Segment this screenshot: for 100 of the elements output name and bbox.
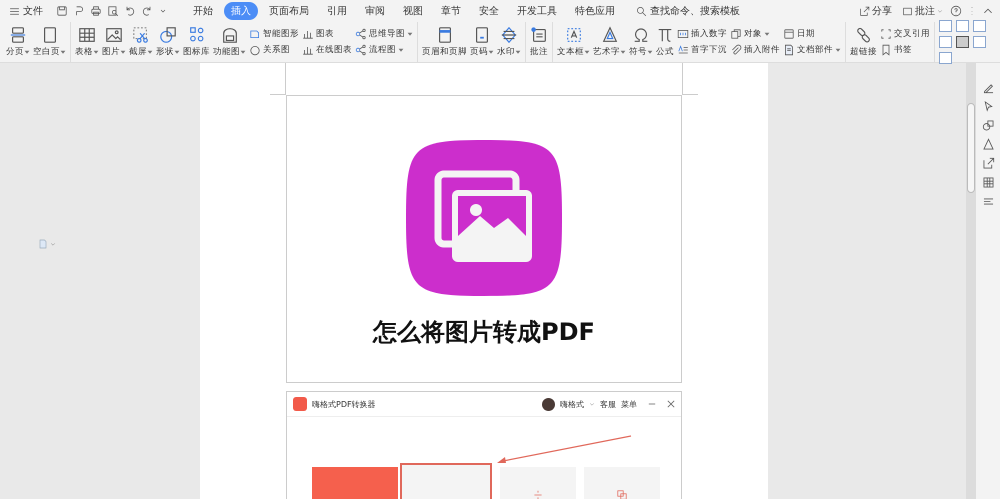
ribbon-button[interactable]: 文本框	[556, 26, 591, 58]
bookmark-icon	[880, 44, 892, 56]
menu-tab[interactable]: 章节	[434, 2, 468, 20]
circle-icon	[249, 44, 261, 56]
pointer-icon	[982, 100, 994, 113]
comment-button[interactable]: 批注	[899, 3, 946, 19]
ribbon-button[interactable]: 插入附件	[729, 44, 781, 56]
table-icon	[982, 176, 994, 189]
ribbon-button[interactable]: 公式	[655, 26, 675, 58]
ribbon-button[interactable]: 在线图表	[301, 44, 353, 56]
ribbon-button[interactable]: 批注	[529, 26, 549, 58]
ribbon-button[interactable]: 截屏	[128, 26, 154, 58]
ribbon-button[interactable]: 空白页	[32, 26, 67, 58]
app-link[interactable]: 客服	[600, 398, 616, 410]
caret-icon	[589, 401, 595, 407]
caret-icon	[937, 8, 943, 14]
avatar	[542, 398, 555, 410]
number-icon	[677, 28, 689, 40]
menu-tab[interactable]: 引用	[320, 2, 354, 20]
layout-icon[interactable]	[973, 36, 986, 48]
object-icon	[730, 28, 742, 40]
ribbon-button[interactable]: 图片	[101, 26, 127, 58]
close-icon[interactable]	[667, 400, 675, 408]
preview-icon	[107, 5, 119, 17]
mind-map-icon	[355, 28, 367, 40]
ribbon-button[interactable]: 文档部件	[782, 44, 842, 56]
smart-shape-icon	[249, 28, 261, 40]
ribbon-button[interactable]: 形状	[155, 26, 181, 58]
ribbon-button[interactable]: 思维导图	[354, 28, 414, 40]
document-title: 怎么将图片转成PDF	[373, 317, 595, 348]
layout-icon[interactable]	[973, 20, 986, 32]
menu-tab[interactable]: 安全	[472, 2, 506, 20]
menu-tab[interactable]: 页面布局	[262, 2, 316, 20]
ribbon-button[interactable]: 符号	[628, 26, 654, 58]
ribbon-button[interactable]: 插入数字	[676, 28, 728, 40]
link-icon	[854, 26, 872, 44]
bar-chart-icon	[302, 44, 314, 56]
ribbon-button[interactable]: 交叉引用	[879, 28, 931, 40]
user-name: 嗨格式	[560, 398, 584, 410]
scissors-icon	[132, 26, 150, 44]
mind-map-icon	[355, 44, 367, 56]
picture-icon	[105, 26, 123, 44]
layout-icon[interactable]	[939, 52, 952, 64]
layout-icon[interactable]	[956, 20, 969, 32]
ribbon-button[interactable]: 图表	[301, 28, 353, 40]
menu-tab[interactable]: 特色应用	[568, 2, 622, 20]
print-icon	[90, 5, 102, 17]
art-text-icon	[600, 26, 618, 44]
menu-icon	[9, 6, 20, 16]
ribbon-button[interactable]: 智能图形	[248, 28, 300, 40]
art-text-icon	[982, 138, 994, 151]
comment-icon	[530, 26, 548, 44]
ribbon-button[interactable]: 功能图	[212, 26, 247, 58]
ribbon-button[interactable]: 艺术字	[592, 26, 627, 58]
menu-tab[interactable]: 开始	[186, 2, 220, 20]
app-title: 嗨格式PDF转换器	[312, 398, 376, 410]
merge-icon	[616, 489, 628, 499]
pi-icon	[656, 26, 674, 44]
scrollbar[interactable]	[966, 63, 976, 499]
ribbon-button[interactable]: 表格	[74, 26, 100, 58]
icon-grid-icon	[188, 26, 206, 44]
ribbon-button[interactable]: 页眉和页脚	[421, 26, 468, 58]
calendar-icon	[783, 28, 795, 40]
ribbon-button[interactable]: 对象	[729, 28, 781, 40]
app-link[interactable]: 菜单	[621, 398, 637, 410]
shapes-icon	[159, 26, 177, 44]
search-icon	[636, 6, 647, 16]
ribbon-button[interactable]: 页码	[469, 26, 495, 58]
redo-icon	[141, 5, 153, 17]
menu-tab[interactable]: 开发工具	[510, 2, 564, 20]
ribbon-button[interactable]: 超链接	[849, 26, 878, 58]
caret-icon	[50, 241, 56, 247]
document-icon	[783, 44, 795, 56]
bar-chart-icon	[302, 28, 314, 40]
share-button[interactable]: 分享	[856, 3, 895, 19]
watermark-icon	[500, 26, 518, 44]
ribbon-button[interactable]: 首字下沉	[676, 44, 728, 56]
margin-mark	[682, 63, 698, 95]
file-menu[interactable]: 文件	[6, 2, 46, 20]
ribbon-button[interactable]: 书签	[879, 44, 931, 56]
page-number-icon	[473, 26, 491, 44]
save-icon	[56, 5, 68, 17]
omega-icon	[632, 26, 650, 44]
menu-tab[interactable]: 审阅	[358, 2, 392, 20]
ribbon-button[interactable]: 流程图	[354, 44, 414, 56]
ribbon-button[interactable]: 图标库	[182, 26, 211, 58]
menu-tab[interactable]: 视图	[396, 2, 430, 20]
split-icon	[532, 489, 544, 499]
search-field[interactable]: 查找命令、搜索模板	[636, 4, 740, 18]
document-icon	[38, 238, 48, 250]
ribbon-button[interactable]: 水印	[496, 26, 522, 58]
layout-icon[interactable]	[939, 20, 952, 32]
ribbon-button[interactable]: 关系图	[248, 44, 300, 56]
shapes-icon	[982, 119, 994, 132]
ribbon-button[interactable]: 分页	[5, 26, 31, 58]
layout-icon[interactable]	[939, 36, 952, 48]
ribbon-button[interactable]: 日期	[782, 28, 842, 40]
layout-icon[interactable]	[956, 36, 969, 48]
share-icon	[982, 157, 994, 170]
table-icon	[78, 26, 96, 44]
